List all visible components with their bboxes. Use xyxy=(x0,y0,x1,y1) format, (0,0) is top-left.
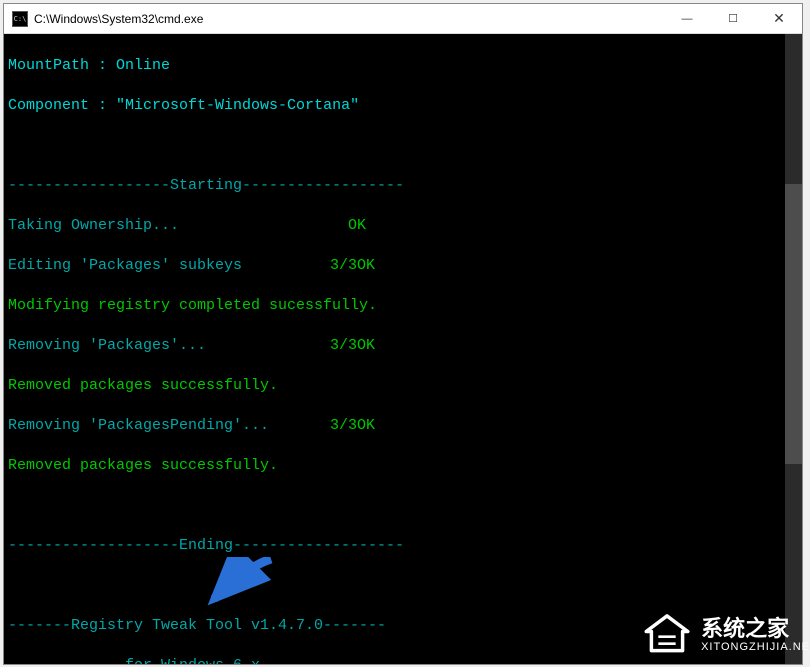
minimize-button[interactable]: — xyxy=(664,4,710,34)
step-take-ownership: Taking Ownership... xyxy=(8,216,348,236)
window-controls: — ☐ ✕ xyxy=(664,4,802,34)
step-remove-pending: Removing 'PackagesPending'... xyxy=(8,416,330,436)
msg-registry-done: Modifying registry completed sucessfully… xyxy=(8,296,377,316)
rule-ending: -------------------Ending---------------… xyxy=(8,536,404,556)
maximize-button[interactable]: ☐ xyxy=(710,4,756,34)
component-value: "Microsoft-Windows-Cortana" xyxy=(116,96,359,116)
scrollbar-vertical[interactable] xyxy=(785,34,802,664)
step-edit-packages: Editing 'Packages' subkeys xyxy=(8,256,330,276)
msg-removed-ok: Removed packages successfully. xyxy=(8,376,278,396)
title-bar[interactable]: C:\ C:\Windows\System32\cmd.exe — ☐ ✕ xyxy=(4,4,802,34)
msg-removed-ok: Removed packages successfully. xyxy=(8,456,278,476)
status-count: 3/3OK xyxy=(330,336,375,356)
credits-line: -------------for Windows 6.x------------… xyxy=(8,656,377,664)
component-label: Component xyxy=(8,96,89,116)
mountpath-value: Online xyxy=(116,56,170,76)
credits-line: -------Registry Tweak Tool v1.4.7.0-----… xyxy=(8,616,386,636)
status-count: 3/3OK xyxy=(330,416,375,436)
scrollbar-thumb[interactable] xyxy=(785,184,802,464)
cmd-window: C:\ C:\Windows\System32\cmd.exe — ☐ ✕ Mo… xyxy=(3,3,803,665)
mountpath-label: MountPath xyxy=(8,56,89,76)
cmd-icon: C:\ xyxy=(12,11,28,27)
step-remove-packages: Removing 'Packages'... xyxy=(8,336,330,356)
status-count: 3/3OK xyxy=(330,256,375,276)
status-ok: OK xyxy=(348,216,366,236)
window-title: C:\Windows\System32\cmd.exe xyxy=(34,12,664,26)
close-button[interactable]: ✕ xyxy=(756,4,802,34)
terminal-output[interactable]: MountPath : Online Component : "Microsof… xyxy=(4,34,802,664)
rule-starting: ------------------Starting--------------… xyxy=(8,176,404,196)
